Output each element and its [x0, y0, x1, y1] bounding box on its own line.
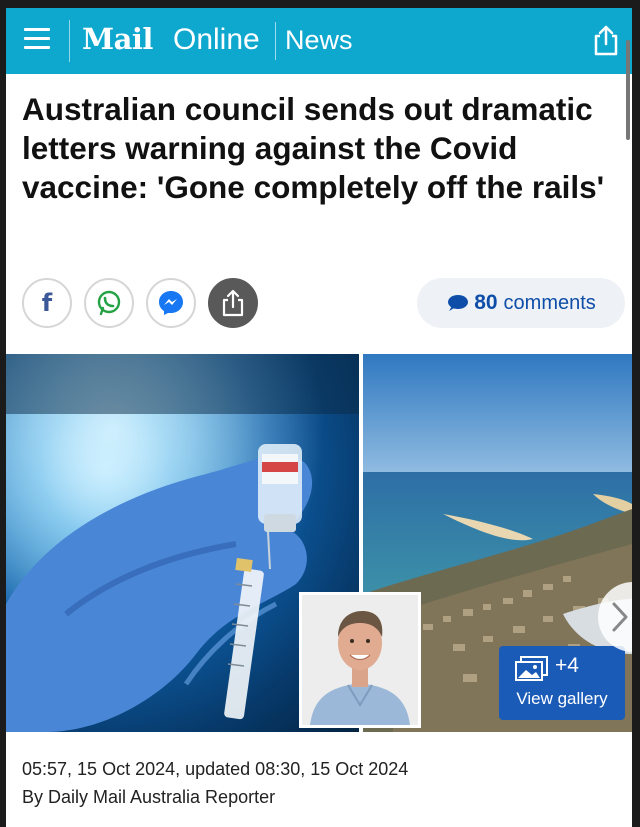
chevron-right-icon [612, 602, 628, 632]
site-header: Mail Online News [6, 8, 632, 74]
share-upload-icon[interactable] [591, 24, 621, 56]
reporter-inset-photo [299, 592, 421, 728]
facebook-icon: f [41, 289, 53, 317]
speech-bubble-icon [448, 295, 469, 311]
comments-count: 80 [474, 291, 498, 314]
scrollbar[interactable] [626, 40, 630, 140]
article-timestamp: 05:57, 15 Oct 2024, updated 08:30, 15 Oc… [22, 759, 409, 779]
messenger-icon [159, 291, 183, 315]
header-divider [69, 20, 70, 62]
share-button[interactable] [208, 278, 258, 328]
logo-mail[interactable]: Mail [82, 22, 153, 56]
gallery-images-icon [515, 656, 548, 681]
article-page: Mail Online News Australian council send… [6, 8, 632, 827]
section-label[interactable]: News [285, 25, 353, 56]
section-divider [275, 22, 276, 60]
logo-online[interactable]: Online [173, 23, 260, 57]
article-headline: Australian council sends out dramatic le… [22, 91, 605, 205]
article-byline[interactable]: By Daily Mail Australia Reporter [22, 787, 275, 808]
whatsapp-share-button[interactable] [84, 278, 134, 328]
gallery-label: View gallery [516, 689, 608, 708]
hamburger-menu-icon[interactable] [24, 28, 50, 52]
facebook-share-button[interactable]: f [22, 278, 72, 328]
gallery-count: +4 [555, 654, 579, 677]
comments-label: comments [503, 291, 596, 314]
comments-button[interactable]: 80 comments [417, 278, 625, 328]
messenger-share-button[interactable] [146, 278, 196, 328]
whatsapp-icon [97, 290, 121, 316]
share-icon [222, 289, 244, 317]
view-gallery-button[interactable]: +4 View gallery [499, 646, 625, 720]
